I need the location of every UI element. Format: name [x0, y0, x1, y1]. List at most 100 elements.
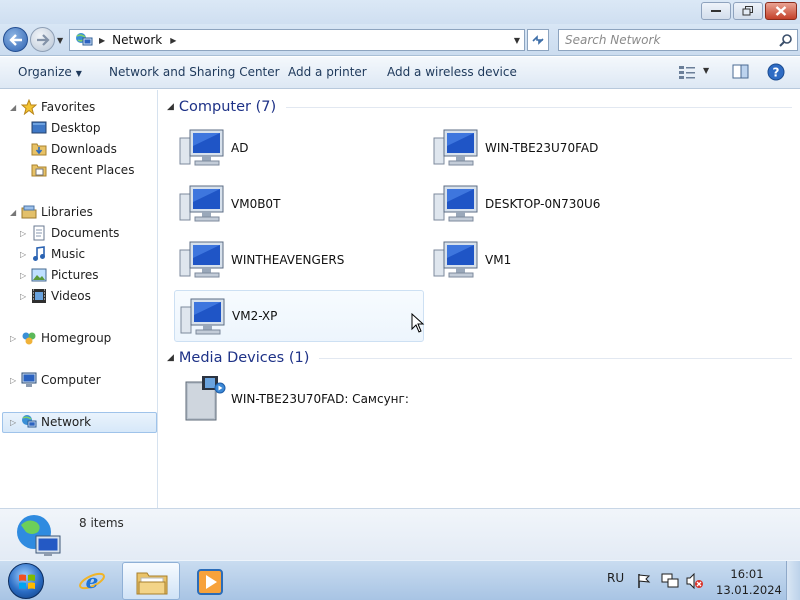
nav-computer[interactable]: ▷ Computer [0, 370, 158, 390]
minimize-icon [711, 10, 721, 12]
nav-downloads[interactable]: Downloads [0, 139, 158, 159]
show-desktop-button[interactable] [786, 561, 800, 600]
forward-button[interactable] [30, 27, 55, 52]
system-clock[interactable]: 16:01 13.01.2024 [716, 566, 782, 598]
organize-button[interactable]: Organize ▼ [18, 65, 82, 79]
nav-pictures[interactable]: ▷ Pictures [0, 265, 158, 285]
group-header-computer[interactable]: ◢ Computer (7) [167, 97, 792, 117]
collapse-group-icon[interactable]: ◢ [167, 353, 174, 363]
breadcrumb-chevron-icon[interactable]: ▶ [170, 36, 176, 45]
minimize-button[interactable] [701, 2, 731, 20]
organize-label: Organize [18, 65, 72, 79]
preview-pane-icon[interactable] [732, 64, 750, 80]
pictures-icon [31, 268, 47, 282]
address-bar[interactable]: ▶ Network ▶ ▼ [69, 29, 525, 51]
search-icon[interactable] [779, 33, 793, 47]
item-count: 8 items [79, 516, 124, 530]
action-center-flag-icon[interactable] [636, 573, 652, 589]
maximize-button[interactable] [733, 2, 763, 20]
svg-text:e: e [86, 569, 99, 593]
mouse-cursor-icon [411, 313, 425, 333]
desktop-icon [31, 121, 47, 134]
nav-label: Documents [51, 226, 120, 240]
computer-icon [433, 185, 478, 222]
nav-network[interactable]: ▷ Network [0, 412, 158, 433]
expand-arrow-icon[interactable]: ▷ [10, 418, 16, 427]
computer-name: WIN-TBE23U70FAD [485, 141, 599, 155]
expand-arrow-icon[interactable]: ▷ [20, 229, 26, 238]
downloads-folder-icon [31, 143, 47, 156]
search-box[interactable] [558, 29, 798, 51]
computer-name: AD [231, 141, 249, 155]
nav-desktop[interactable]: Desktop [0, 118, 158, 138]
nav-label: Libraries [41, 205, 93, 219]
network-sharing-center-button[interactable]: Network and Sharing Center [109, 65, 280, 79]
taskbar-media-player[interactable] [181, 562, 239, 600]
media-device-icon [185, 376, 226, 421]
libraries-icon [21, 205, 37, 219]
back-arrow-icon [8, 33, 22, 46]
taskbar-internet-explorer[interactable]: e [63, 562, 121, 600]
group-title: Media Devices (1) [178, 350, 310, 366]
refresh-icon [532, 35, 544, 45]
expand-arrow-icon[interactable]: ▷ [20, 271, 26, 280]
expand-arrow-icon[interactable]: ▷ [20, 250, 26, 259]
music-icon [33, 246, 45, 261]
media-device-item[interactable]: WIN-TBE23U70FAD: Самсунг: [174, 374, 534, 424]
volume-muted-icon[interactable] [686, 573, 704, 589]
search-input[interactable] [565, 32, 770, 48]
nav-music[interactable]: ▷ Music [0, 244, 158, 264]
change-view-icon[interactable] [678, 64, 696, 80]
computer-icon [179, 185, 224, 222]
breadcrumb-network[interactable]: Network [112, 33, 162, 47]
collapse-group-icon[interactable]: ◢ [167, 102, 174, 112]
close-button[interactable] [765, 2, 797, 20]
taskbar: e RU 16:01 13.01.2024 [0, 560, 800, 600]
taskbar-windows-explorer[interactable] [122, 562, 180, 600]
nav-label: Computer [41, 373, 101, 387]
folder-icon [136, 572, 168, 595]
more-options-dropdown-icon[interactable]: ▼ [703, 66, 709, 75]
add-printer-button[interactable]: Add a printer [288, 65, 367, 79]
computer-item[interactable]: AD [174, 122, 424, 174]
nav-documents[interactable]: ▷ Documents [0, 223, 158, 243]
address-history-dropdown[interactable]: ▼ [514, 36, 520, 45]
network-tray-icon[interactable] [661, 573, 679, 589]
homegroup-icon [22, 332, 36, 345]
expand-arrow-icon[interactable]: ▷ [10, 334, 16, 343]
computer-item[interactable]: WIN-TBE23U70FAD [428, 122, 678, 174]
content-pane: ◢ Computer (7) AD WIN-TBE23U70FAD VM0B0T [159, 90, 800, 508]
help-icon[interactable]: ? [767, 63, 785, 81]
nav-label: Recent Places [51, 163, 135, 177]
expand-arrow-icon[interactable]: ▷ [10, 376, 16, 385]
start-button[interactable] [8, 563, 44, 599]
nav-favorites[interactable]: ◢ Favorites [0, 97, 158, 117]
add-wireless-device-button[interactable]: Add a wireless device [387, 65, 517, 79]
recent-pages-dropdown[interactable]: ▼ [57, 36, 63, 45]
navigation-pane: ◢ Favorites Desktop Downloads Recent Pla… [0, 90, 158, 508]
nav-recent-places[interactable]: Recent Places [0, 160, 158, 180]
computer-item[interactable]: VM1 [428, 234, 678, 286]
breadcrumb-separator-icon[interactable]: ▶ [99, 36, 105, 45]
computer-item[interactable]: DESKTOP-0N730U6 [428, 178, 678, 230]
nav-label: Videos [51, 289, 91, 303]
back-button[interactable] [3, 27, 28, 52]
group-header-media[interactable]: ◢ Media Devices (1) [167, 348, 792, 368]
language-indicator[interactable]: RU [607, 571, 624, 585]
nav-libraries[interactable]: ◢ Libraries [0, 202, 158, 222]
collapse-arrow-icon[interactable]: ◢ [10, 208, 16, 217]
computer-item[interactable]: VM0B0T [174, 178, 424, 230]
details-pane: 8 items [0, 508, 800, 560]
computer-item[interactable]: WINTHEAVENGERS [174, 234, 424, 286]
expand-arrow-icon[interactable]: ▷ [20, 292, 26, 301]
internet-explorer-icon: e [79, 569, 105, 593]
nav-videos[interactable]: ▷ Videos [0, 286, 158, 306]
recent-places-icon [31, 164, 47, 177]
computer-icon [180, 298, 225, 335]
nav-homegroup[interactable]: ▷ Homegroup [0, 328, 158, 348]
computer-name: VM2-XP [232, 309, 278, 323]
computer-item-hovered[interactable]: VM2-XP [174, 290, 425, 342]
refresh-button[interactable] [527, 29, 549, 51]
collapse-arrow-icon[interactable]: ◢ [10, 103, 16, 112]
forward-arrow-icon [36, 33, 50, 46]
